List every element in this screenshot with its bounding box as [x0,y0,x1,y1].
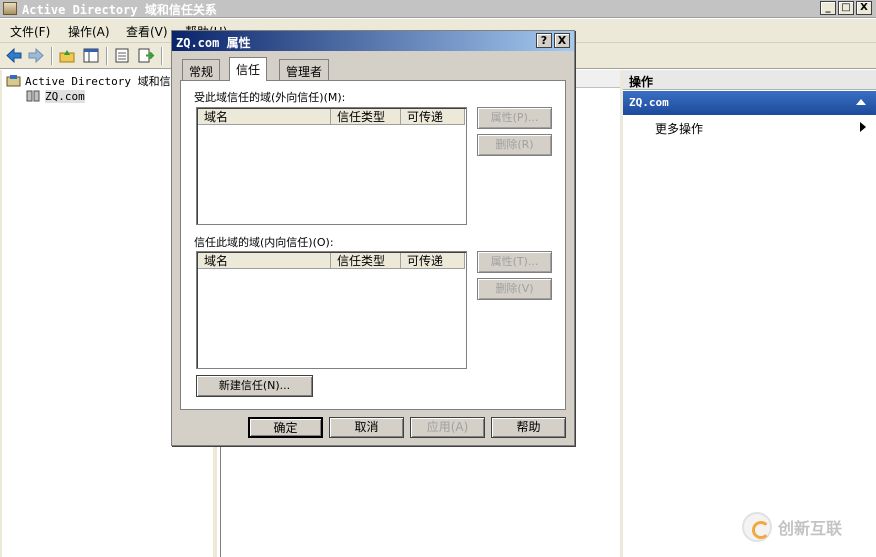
dialog-help-button[interactable]: ? [536,33,552,48]
dialog-title-bar: ZQ.com 属性 ? X [172,31,574,51]
back-icon[interactable] [5,47,23,64]
outgoing-properties-button[interactable]: 属性(P)... [477,107,552,129]
incoming-list-header: 域名 信任类型 可传递 [198,253,465,269]
outgoing-list-header: 域名 信任类型 可传递 [198,109,465,125]
new-trust-button[interactable]: 新建信任(N)... [196,375,313,397]
actions-pane: 操作 ZQ.com 更多操作 [620,70,876,557]
submenu-arrow-icon [860,122,866,132]
minimize-button[interactable]: _ [820,1,836,15]
app-icon [3,2,17,15]
column-trust-type[interactable]: 信任类型 [331,109,401,125]
properties-dialog: ZQ.com 属性 ? X 常规 信任 管理者 受此域信任的域(外向信任)(M)… [171,30,575,446]
watermark-logo-icon [742,512,772,542]
maximize-button[interactable]: □ [838,1,854,15]
menu-view[interactable]: 查看(V) [126,23,168,40]
menu-action[interactable]: 操作(A) [68,23,110,40]
tree-domain-label: ZQ.com [45,90,85,103]
watermark: 创新互联 [742,512,842,542]
up-folder-icon[interactable] [58,47,76,64]
toolbar-separator [106,47,108,65]
export-list-icon[interactable] [137,47,155,64]
properties-icon[interactable] [113,47,131,64]
domain-icon [26,90,40,102]
help-button[interactable]: 帮助 [491,417,566,438]
outgoing-remove-button[interactable]: 删除(R) [477,134,552,156]
menu-file[interactable]: 文件(F) [10,23,50,40]
toolbar-separator [51,47,53,65]
window-title: Active Directory 域和信任关系 [22,3,217,17]
incoming-trusts-label: 信任此域的域(内向信任)(O): [194,236,334,249]
incoming-properties-button[interactable]: 属性(T)... [477,251,552,273]
incoming-remove-button[interactable]: 删除(V) [477,278,552,300]
column-transitive[interactable]: 可传递 [401,253,465,269]
actions-group-label: ZQ.com [629,96,669,109]
toolbar-separator [161,47,163,65]
console-tree-icon[interactable] [82,47,100,64]
column-transitive[interactable]: 可传递 [401,109,465,125]
actions-header: 操作 [623,70,876,90]
window-title-bar: Active Directory 域和信任关系 _ □ X [0,0,876,18]
ok-button[interactable]: 确定 [248,417,323,438]
column-domain-name[interactable]: 域名 [198,253,331,269]
tree-domain[interactable]: ZQ.com [26,89,85,103]
actions-group-header[interactable]: ZQ.com [623,91,876,115]
tab-general[interactable]: 常规 [182,59,221,80]
forward-icon[interactable] [27,47,45,64]
cancel-button[interactable]: 取消 [329,417,404,438]
tab-trusts[interactable]: 信任 [229,57,268,81]
apply-button[interactable]: 应用(A) [410,417,485,438]
watermark-text: 创新互联 [778,519,843,538]
domains-trusts-icon [6,75,21,87]
outgoing-trusts-list[interactable]: 域名 信任类型 可传递 [196,107,467,225]
dialog-title: ZQ.com 属性 [176,36,251,50]
close-button[interactable]: X [856,1,872,15]
column-domain-name[interactable]: 域名 [198,109,331,125]
outgoing-trusts-label: 受此域信任的域(外向信任)(M): [194,91,346,104]
dialog-close-button[interactable]: X [554,33,570,48]
more-actions-item[interactable]: 更多操作 [655,120,703,137]
column-trust-type[interactable]: 信任类型 [331,253,401,269]
incoming-trusts-list[interactable]: 域名 信任类型 可传递 [196,251,467,369]
collapse-icon[interactable] [856,99,866,105]
tab-managed-by[interactable]: 管理者 [279,59,330,80]
trusts-tab-panel: 受此域信任的域(外向信任)(M): 域名 信任类型 可传递 属性(P)... 删… [180,80,566,410]
